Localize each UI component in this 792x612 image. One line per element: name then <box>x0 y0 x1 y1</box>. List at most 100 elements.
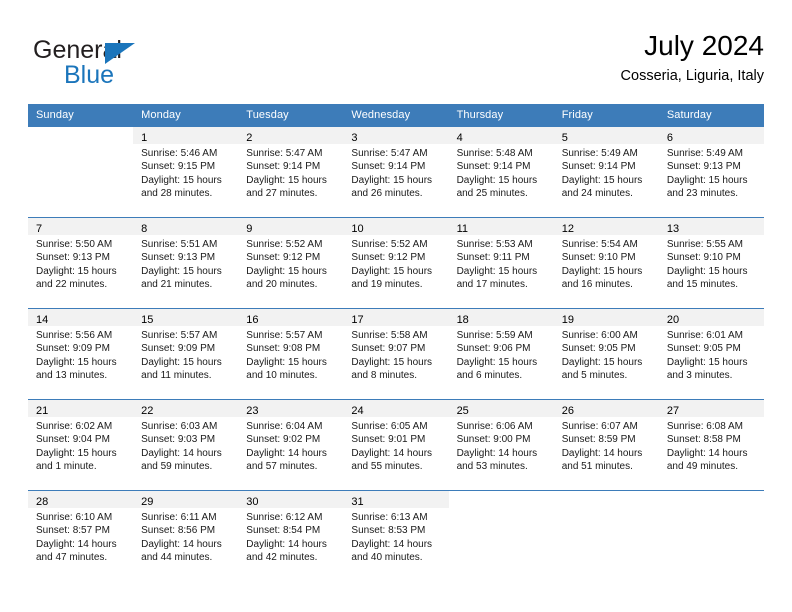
daylight-text-line1: Daylight: 15 hours <box>456 265 538 277</box>
daylight-text-line1: Daylight: 14 hours <box>561 447 643 459</box>
calendar-day-cell[interactable]: 26 Sunrise: 6:07 AM Sunset: 8:59 PM Dayligh… <box>553 399 659 491</box>
calendar-day-cell[interactable]: 29 Sunrise: 6:11 AM Sunset: 8:56 PM Dayligh… <box>133 490 239 581</box>
calendar-week-row: 1 Sunrise: 5:46 AM Sunset: 9:15 PM Daylight… <box>28 126 764 218</box>
sunset-text: Sunset: 8:59 PM <box>561 434 636 446</box>
calendar-day-cell[interactable]: 19 Sunrise: 6:00 AM Sunset: 9:05 PM Dayligh… <box>553 308 659 400</box>
sunset-text: Sunset: 8:58 PM <box>666 434 741 446</box>
day-details: Sunrise: 5:51 AM Sunset: 9:13 PM Daylight:… <box>133 235 238 292</box>
day-cell-inner: 28 Sunrise: 6:10 AM Sunset: 8:57 PM Dayligh… <box>28 491 134 581</box>
calendar-day-cell[interactable]: 23 Sunrise: 6:04 AM Sunset: 9:02 PM Dayligh… <box>238 399 344 491</box>
day-details: Sunrise: 5:56 AM Sunset: 9:09 PM Daylight:… <box>28 326 133 383</box>
daylight-text-line1: Daylight: 15 hours <box>246 356 327 368</box>
calendar-day-cell[interactable]: 28 Sunrise: 6:10 AM Sunset: 8:57 PM Dayligh… <box>28 490 134 581</box>
calendar-day-cell[interactable]: 1 Sunrise: 5:46 AM Sunset: 9:15 PM Daylight… <box>133 126 239 218</box>
sunset-text: Sunset: 8:57 PM <box>36 525 110 537</box>
daylight-text-line1: Daylight: 15 hours <box>666 265 748 277</box>
daylight-text-line1: Daylight: 14 hours <box>246 538 327 550</box>
calendar-day-cell[interactable]: 6 Sunrise: 5:49 AM Sunset: 9:13 PM Daylight… <box>658 126 764 218</box>
calendar-day-cell[interactable]: 7 Sunrise: 5:50 AM Sunset: 9:13 PM Daylight… <box>28 217 134 309</box>
daylight-text-line2: and 53 minutes. <box>456 461 528 473</box>
calendar-day-cell[interactable]: 2 Sunrise: 5:47 AM Sunset: 9:14 PM Daylight… <box>238 126 344 218</box>
calendar-day-cell[interactable]: 9 Sunrise: 5:52 AM Sunset: 9:12 PM Daylight… <box>238 217 344 309</box>
daylight-text-line2: and 40 minutes. <box>351 552 423 564</box>
day-number-band: 13 <box>658 218 764 235</box>
day-details: Sunrise: 6:11 AM Sunset: 8:56 PM Daylight:… <box>133 508 238 565</box>
calendar-day-cell[interactable]: 16 Sunrise: 5:57 AM Sunset: 9:08 PM Dayligh… <box>238 308 344 400</box>
sunset-text: Sunset: 8:53 PM <box>351 525 426 537</box>
sunset-text: Sunset: 9:14 PM <box>351 161 426 173</box>
day-number: 11 <box>456 223 468 235</box>
day-cell-inner: 2 Sunrise: 5:47 AM Sunset: 9:14 PM Daylight… <box>238 127 344 217</box>
day-cell-inner: 18 Sunrise: 5:59 AM Sunset: 9:06 PM Dayligh… <box>448 309 554 399</box>
sunset-text: Sunset: 9:13 PM <box>666 161 741 173</box>
calendar-day-cell[interactable]: 3 Sunrise: 5:47 AM Sunset: 9:14 PM Daylight… <box>343 126 449 218</box>
calendar-day-cell[interactable]: 12 Sunrise: 5:54 AM Sunset: 9:10 PM Dayligh… <box>553 217 659 309</box>
calendar-day-cell-empty <box>553 490 659 581</box>
sunset-text: Sunset: 9:00 PM <box>456 434 531 446</box>
day-number: 6 <box>666 132 673 144</box>
daylight-text-line2: and 25 minutes. <box>456 188 528 200</box>
sunrise-text: Sunrise: 6:07 AM <box>561 421 638 432</box>
daylight-text-line1: Daylight: 15 hours <box>666 356 748 368</box>
day-cell-inner: 11 Sunrise: 5:53 AM Sunset: 9:11 PM Dayligh… <box>448 218 554 308</box>
day-number: 26 <box>561 405 574 417</box>
sunrise-text: Sunrise: 5:59 AM <box>456 330 533 341</box>
sunrise-text: Sunrise: 5:52 AM <box>351 239 428 250</box>
day-number: 25 <box>456 405 469 417</box>
calendar-day-cell[interactable]: 17 Sunrise: 5:58 AM Sunset: 9:07 PM Dayligh… <box>343 308 449 400</box>
day-details: Sunrise: 5:47 AM Sunset: 9:14 PM Daylight:… <box>343 144 448 201</box>
calendar-day-cell[interactable]: 13 Sunrise: 5:55 AM Sunset: 9:10 PM Dayligh… <box>658 217 764 309</box>
day-number-band: 11 <box>448 218 554 235</box>
day-cell-inner: 24 Sunrise: 6:05 AM Sunset: 9:01 PM Dayligh… <box>343 400 449 490</box>
daylight-text-line2: and 5 minutes. <box>561 370 628 382</box>
calendar-day-cell[interactable]: 21 Sunrise: 6:02 AM Sunset: 9:04 PM Dayligh… <box>28 399 134 491</box>
calendar-header-row-group: Sunday Monday Tuesday Wednesday Thursday… <box>28 104 764 127</box>
sunrise-text: Sunrise: 6:04 AM <box>246 421 323 432</box>
calendar-day-cell[interactable]: 4 Sunrise: 5:48 AM Sunset: 9:14 PM Daylight… <box>448 126 554 218</box>
calendar-day-cell[interactable]: 24 Sunrise: 6:05 AM Sunset: 9:01 PM Dayligh… <box>343 399 449 491</box>
calendar-day-cell[interactable]: 30 Sunrise: 6:12 AM Sunset: 8:54 PM Dayligh… <box>238 490 344 581</box>
sunset-text: Sunset: 9:05 PM <box>666 343 741 355</box>
sunrise-text: Sunrise: 5:58 AM <box>351 330 428 341</box>
calendar-day-cell[interactable]: 8 Sunrise: 5:51 AM Sunset: 9:13 PM Daylight… <box>133 217 239 309</box>
daylight-text-line2: and 20 minutes. <box>246 279 318 291</box>
calendar-day-cell[interactable]: 22 Sunrise: 6:03 AM Sunset: 9:03 PM Dayligh… <box>133 399 239 491</box>
calendar-day-cell-empty <box>28 126 134 218</box>
day-number: 2 <box>246 132 253 144</box>
sunrise-text: Sunrise: 6:01 AM <box>666 330 743 341</box>
calendar-day-cell[interactable]: 31 Sunrise: 6:13 AM Sunset: 8:53 PM Dayligh… <box>343 490 449 581</box>
calendar-day-cell[interactable]: 11 Sunrise: 5:53 AM Sunset: 9:11 PM Dayligh… <box>448 217 554 309</box>
daylight-text-line2: and 51 minutes. <box>561 461 633 473</box>
day-number: 21 <box>36 405 49 417</box>
day-cell-inner: 16 Sunrise: 5:57 AM Sunset: 9:08 PM Dayligh… <box>238 309 344 399</box>
day-details: Sunrise: 6:06 AM Sunset: 9:00 PM Daylight:… <box>449 417 554 474</box>
calendar-day-cell[interactable]: 20 Sunrise: 6:01 AM Sunset: 9:05 PM Dayligh… <box>658 308 764 400</box>
sunset-text: Sunset: 9:06 PM <box>456 343 531 355</box>
logo-text-blue: Blue <box>64 61 115 89</box>
calendar-day-cell[interactable]: 14 Sunrise: 5:56 AM Sunset: 9:09 PM Dayligh… <box>28 308 134 400</box>
calendar-day-cell[interactable]: 27 Sunrise: 6:08 AM Sunset: 8:58 PM Dayligh… <box>658 399 764 491</box>
day-number: 8 <box>141 223 148 235</box>
general-blue-logo[interactable]: General Blue <box>33 36 233 94</box>
day-number-band: 23 <box>238 400 344 417</box>
daylight-text-line2: and 21 minutes. <box>141 279 213 291</box>
daylight-text-line1: Daylight: 15 hours <box>561 356 643 368</box>
calendar-day-cell[interactable]: 15 Sunrise: 5:57 AM Sunset: 9:09 PM Dayligh… <box>133 308 239 400</box>
day-number-band: 12 <box>553 218 659 235</box>
calendar-day-cell[interactable]: 5 Sunrise: 5:49 AM Sunset: 9:14 PM Daylight… <box>553 126 659 218</box>
day-number-band: 22 <box>133 400 239 417</box>
day-details: Sunrise: 6:02 AM Sunset: 9:04 PM Daylight:… <box>28 417 133 474</box>
sunrise-text: Sunrise: 6:08 AM <box>666 421 743 432</box>
day-number-band: 25 <box>448 400 554 417</box>
day-cell-inner: 20 Sunrise: 6:01 AM Sunset: 9:05 PM Dayligh… <box>658 309 764 399</box>
day-cell-inner <box>553 491 659 581</box>
day-cell-inner: 12 Sunrise: 5:54 AM Sunset: 9:10 PM Dayligh… <box>553 218 659 308</box>
day-number-band: 7 <box>28 218 134 235</box>
calendar-day-cell[interactable]: 10 Sunrise: 5:52 AM Sunset: 9:12 PM Dayligh… <box>343 217 449 309</box>
calendar-day-cell[interactable]: 18 Sunrise: 5:59 AM Sunset: 9:06 PM Dayligh… <box>448 308 554 400</box>
day-number-band: 3 <box>343 127 449 144</box>
day-details: Sunrise: 5:57 AM Sunset: 9:08 PM Daylight:… <box>238 326 343 383</box>
sunrise-text: Sunrise: 5:56 AM <box>36 330 113 341</box>
calendar-day-cell[interactable]: 25 Sunrise: 6:06 AM Sunset: 9:00 PM Dayligh… <box>448 399 554 491</box>
day-details: Sunrise: 6:08 AM Sunset: 8:58 PM Daylight:… <box>659 417 764 474</box>
